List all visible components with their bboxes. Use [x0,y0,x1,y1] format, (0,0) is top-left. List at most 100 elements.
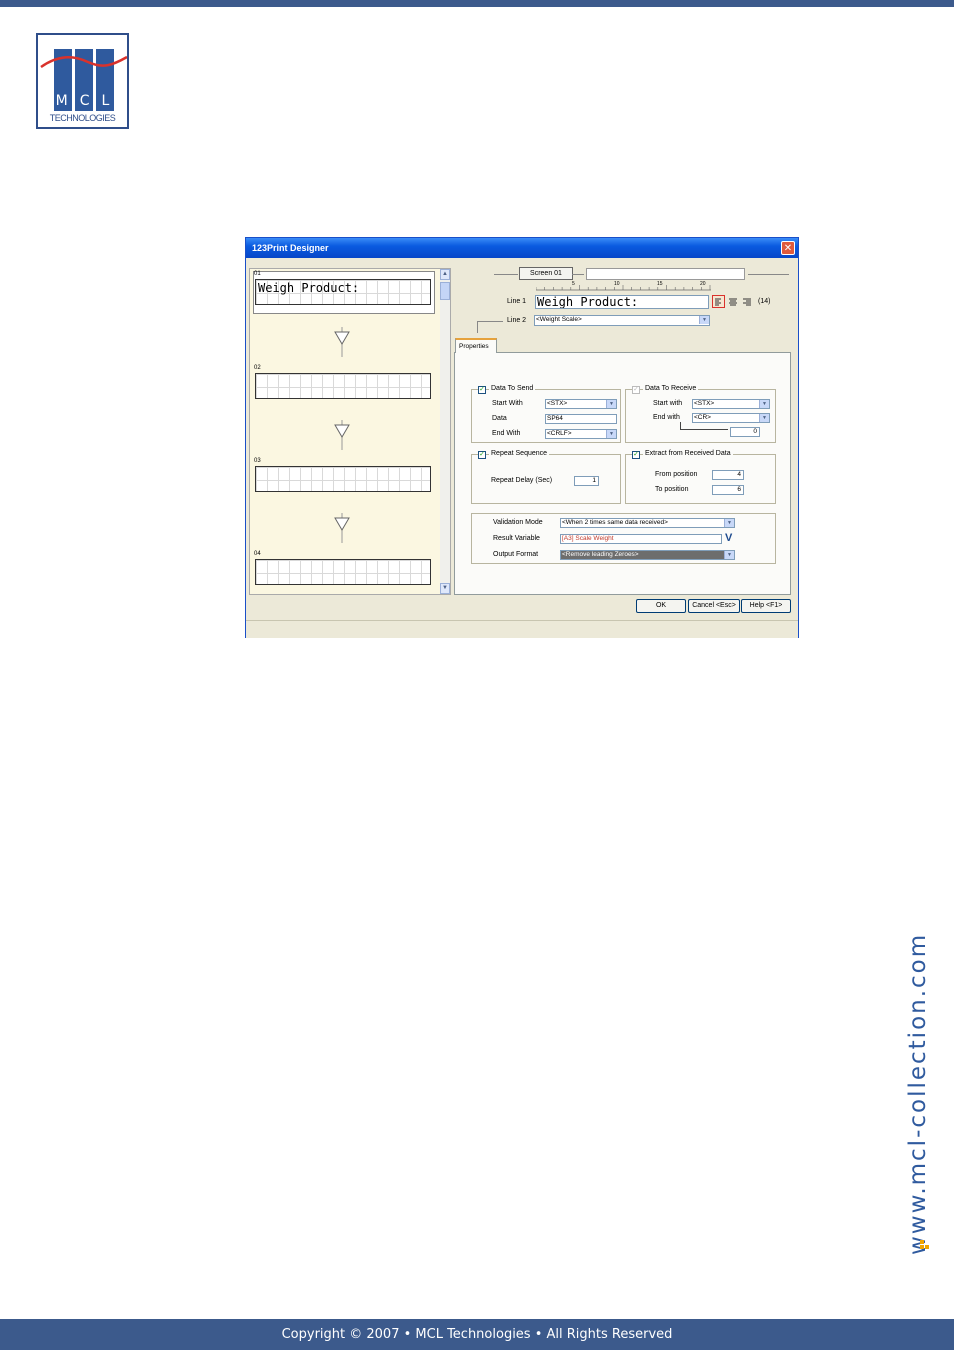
tab-properties[interactable]: Properties [455,338,497,353]
screen-button-label: Screen 01 [530,270,562,277]
validation-group: Validation Mode <When 2 times same data … [471,513,776,564]
receive-end-label: End with [653,414,680,421]
send-end-label: End With [492,430,521,437]
logo-letters: M C L [38,93,127,109]
screen-list-scrollbar[interactable]: ▲ ▼ [440,269,450,594]
help-button[interactable]: Help <F1> [741,599,791,613]
chevron-down-icon: ▼ [606,430,616,438]
line1-char-count: (14) [758,298,771,305]
screen-lcd-preview[interactable] [255,559,431,585]
title-bar[interactable]: 123Print Designer ✕ [246,238,798,258]
connector-line [680,422,681,429]
cancel-label: Cancel <Esc> [692,602,736,609]
screen-lcd-preview[interactable] [255,466,431,492]
line2-label: Line 2 [507,317,527,324]
screen-number: 04 [254,551,261,557]
logo-letter: C [79,93,90,109]
ruler-label: 20 [700,281,706,287]
result-variable-input[interactable]: [A3] Scale Weight [560,534,722,544]
ruler-label: 10 [614,281,620,287]
ruler-label: 15 [657,281,663,287]
scroll-thumb[interactable] [440,282,450,300]
extract-checkbox[interactable]: ✓ [632,451,640,459]
repeat-delay-input[interactable]: 1 ▲▼ [574,476,599,486]
header-rule [494,274,518,275]
align-right-button[interactable] [741,296,753,308]
scroll-up-button[interactable]: ▲ [440,269,450,280]
to-position-label: To position [655,486,689,493]
variable-picker-icon[interactable]: V [725,532,732,544]
connector-line [680,429,728,430]
receive-start-value: <STX> [694,400,715,407]
align-center-button[interactable] [727,296,739,308]
send-data-label: Data [492,415,507,422]
header-rule [748,274,789,275]
logo-wave [40,55,127,69]
receive-end-select[interactable]: <CR> ▼ [692,413,770,423]
data-to-receive-title: Data To Receive [643,385,699,392]
receive-count-input[interactable]: 0 ▲▼ [730,427,760,437]
screen-name-button[interactable]: Screen 01 [519,267,573,280]
chevron-down-icon: ▼ [759,400,769,408]
line1-input[interactable]: Weigh Product: [535,295,709,309]
scroll-down-icon: ▼ [442,585,448,591]
screen-lcd-preview[interactable] [255,373,431,399]
line2-value: <Weight Scale> [536,316,582,323]
receive-start-select[interactable]: <STX> ▼ [692,399,770,409]
tab-label: Properties [459,343,489,350]
ok-button[interactable]: OK [636,599,686,613]
line2-select[interactable]: <Weight Scale> ▼ [534,315,710,326]
tab-connector [477,321,503,322]
cancel-button[interactable]: Cancel <Esc> [688,599,740,613]
scroll-down-button[interactable]: ▼ [440,583,450,594]
header-rule [572,274,584,275]
bullet-dots-icon [920,1240,929,1249]
website-url-text: www.mcl-collection.com [905,932,931,1255]
mcl-logo: M C L TECHNOLOGIES [36,33,129,129]
align-center-icon [729,298,737,306]
repeat-sequence-title: Repeat Sequence [489,450,550,457]
screen-list-pane[interactable]: 01 Weigh Product: 02 03 04 ▲ ▼ [249,268,451,595]
footer: Copyright © 2007 • MCL Technologies • Al… [0,1319,954,1350]
window-title: 123Print Designer [252,243,329,253]
validation-mode-label: Validation Mode [493,519,543,526]
send-start-label: Start With [492,400,523,407]
send-data-input[interactable]: SP64 [545,414,617,424]
align-left-icon [715,298,721,306]
validation-mode-select[interactable]: <When 2 times same data received> ▼ [560,518,735,528]
logo-letter: L [101,93,110,109]
validation-mode-value: <When 2 times same data received> [562,519,668,526]
to-position-input[interactable]: 6 ▲▼ [712,485,744,495]
close-button[interactable]: ✕ [781,241,795,255]
send-start-select[interactable]: <STX> ▼ [545,399,617,409]
repeat-sequence-checkbox[interactable]: ✓ [478,451,486,459]
screen-number: 03 [254,458,261,464]
align-left-button[interactable] [712,295,725,308]
flow-arrow-icon [334,420,350,450]
flow-arrow-icon [334,513,350,543]
logo-letter: M [55,93,68,109]
send-end-select[interactable]: <CRLF> ▼ [545,429,617,439]
receive-start-label: Start with [653,400,683,407]
character-ruler [536,285,711,291]
output-format-label: Output Format [493,551,539,558]
logo-subtitle: TECHNOLOGIES [49,113,116,123]
screen-description-input[interactable] [586,268,745,280]
data-to-send-title: Data To Send [489,385,536,392]
output-format-select[interactable]: <Remove leading Zeroes> ▼ [560,550,735,560]
ruler-label: 5 [572,281,575,287]
data-to-send-checkbox[interactable]: ✓ [478,386,486,394]
flow-arrow-icon [334,327,350,357]
screen-lcd-preview[interactable]: Weigh Product: [255,279,431,305]
result-variable-label: Result Variable [493,535,540,542]
from-position-value: 4 [737,471,741,478]
send-start-value: <STX> [547,400,568,407]
screen-number: 02 [254,365,261,371]
repeat-delay-label: Repeat Delay (Sec) [491,477,553,484]
screen-properties-pane: Screen 01 5 10 15 20 Line 1 Weigh Produc… [454,261,798,601]
data-to-receive-checkbox[interactable]: ✓ [632,386,640,394]
from-position-label: From position [655,471,698,478]
from-position-input[interactable]: 4 ▲▼ [712,470,744,480]
data-to-receive-group: ✓ Data To Receive Start with <STX> ▼ End… [625,385,776,443]
chevron-down-icon: ▼ [724,519,734,527]
